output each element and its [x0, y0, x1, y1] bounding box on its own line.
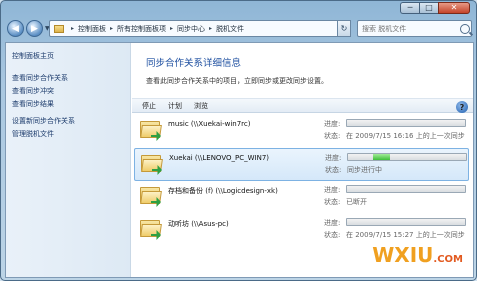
sync-folder-icon — [140, 218, 162, 240]
arrow-left-icon: ◀ — [12, 23, 19, 34]
sidebar-item-view-results[interactable]: 查看同步结果 — [12, 99, 54, 109]
progress-bar — [346, 119, 466, 127]
status-text: 同步进行中 — [347, 166, 382, 174]
status-text: 在 2009/7/15 15:27 上的上一次同步 — [346, 231, 465, 239]
schedule-button[interactable]: 计划 — [168, 101, 182, 111]
item-name: music (\\Xuekai-win7rc) — [168, 120, 251, 128]
page-title: 同步合作关系详细信息 — [146, 58, 242, 69]
content-area: 控制面板主页 查看同步合作关系 查看同步冲突 查看同步结果 设置新同步合作关系 … — [5, 42, 474, 278]
status-label: 状态: — [324, 231, 341, 239]
sync-folder-icon — [141, 153, 163, 175]
progress-label: 进度: — [324, 120, 341, 128]
progress-fill — [373, 154, 390, 160]
status-label: 状态: — [325, 166, 342, 174]
breadcrumb-item-control-panel[interactable]: 控制面板 — [78, 24, 106, 34]
address-bar[interactable]: ▸ 控制面板 ▸ 所有控制面板项 ▸ 同步中心 ▸ 脱机文件 ▼ — [49, 20, 349, 37]
list-item[interactable]: 存档和备份 (f) (\\Logicdesign-xk) 进度: 状态: 已断开 — [134, 181, 469, 214]
folder-icon — [54, 24, 64, 33]
progress-label: 进度: — [324, 186, 341, 194]
watermark-logo: WXIU.COM — [372, 243, 463, 267]
caption-buttons: ─ □ ✕ — [400, 2, 470, 14]
sidebar-item-manage-offline-files[interactable]: 管理脱机文件 — [12, 129, 54, 139]
maximize-button[interactable]: □ — [419, 2, 438, 14]
close-button[interactable]: ✕ — [438, 2, 470, 14]
status-text: 已断开 — [346, 198, 367, 206]
breadcrumb-item-all-items[interactable]: 所有控制面板项 — [117, 24, 166, 34]
sidebar-item-view-conflicts[interactable]: 查看同步冲突 — [12, 86, 54, 96]
status-label: 状态: — [324, 132, 341, 140]
list-item[interactable]: Xuekai (\\LENOVO_PC_WIN7) 进度: 状态: 同步进行中 — [134, 148, 469, 181]
item-name: 动听坊 (\\Asus-pc) — [168, 220, 229, 228]
progress-bar — [347, 153, 467, 161]
nav-buttons: ◀ ▶ ▼ — [7, 20, 50, 37]
breadcrumb: ▸ 控制面板 ▸ 所有控制面板项 ▸ 同步中心 ▸ 脱机文件 — [67, 24, 244, 34]
refresh-icon: ↻ — [340, 24, 348, 33]
progress-label: 进度: — [324, 219, 341, 227]
refresh-button[interactable]: ↻ — [337, 20, 351, 37]
help-icon[interactable]: ? — [456, 101, 468, 113]
chevron-right-icon[interactable]: ▸ — [170, 25, 173, 32]
sidebar-item-new-partnership[interactable]: 设置新同步合作关系 — [12, 116, 75, 126]
item-name: Xuekai (\\LENOVO_PC_WIN7) — [169, 154, 270, 162]
sidebar-item-view-partnerships[interactable]: 查看同步合作关系 — [12, 73, 68, 83]
browse-button[interactable]: 浏览 — [194, 101, 208, 111]
page-description: 查看此同步合作关系中的项目，立即同步或更改同步设置。 — [146, 77, 328, 85]
window-frame: ─ □ ✕ ◀ ▶ ▼ ▸ 控制面板 ▸ 所有控制面板项 ▸ 同步中心 ▸ 脱机… — [0, 0, 477, 281]
chevron-right-icon[interactable]: ▸ — [209, 25, 212, 32]
status-text: 在 2009/7/15 16:16 上的上一次同步 — [346, 132, 465, 140]
arrow-right-icon: ▶ — [31, 23, 38, 34]
sidebar-item-control-panel-home[interactable]: 控制面板主页 — [12, 51, 54, 61]
breadcrumb-item-offline-files[interactable]: 脱机文件 — [216, 24, 244, 34]
status-label: 状态: — [324, 198, 341, 206]
progress-label: 进度: — [325, 154, 342, 162]
navigation-toolbar: ◀ ▶ ▼ ▸ 控制面板 ▸ 所有控制面板项 ▸ 同步中心 ▸ 脱机文件 ▼ ↻ — [5, 18, 474, 40]
list-item[interactable]: music (\\Xuekai-win7rc) 进度: 状态: 在 2009/7… — [134, 115, 469, 148]
search-input[interactable] — [362, 24, 458, 33]
sync-folder-icon — [140, 185, 162, 207]
breadcrumb-item-sync-center[interactable]: 同步中心 — [177, 24, 205, 34]
chevron-right-icon: ▸ — [71, 25, 75, 32]
minimize-button[interactable]: ─ — [400, 2, 419, 14]
sync-folder-icon — [140, 119, 162, 141]
search-box — [357, 20, 472, 37]
command-bar: 停止 计划 浏览 ? — [132, 98, 473, 113]
progress-bar — [346, 185, 466, 193]
search-icon[interactable] — [460, 23, 470, 34]
sidebar: 控制面板主页 查看同步合作关系 查看同步冲突 查看同步结果 设置新同步合作关系 … — [6, 43, 131, 277]
item-name: 存档和备份 (f) (\\Logicdesign-xk) — [168, 187, 278, 195]
progress-bar — [346, 218, 466, 226]
back-button[interactable]: ◀ — [7, 20, 24, 37]
main-panel: 同步合作关系详细信息 查看此同步合作关系中的项目，立即同步或更改同步设置。 停止… — [132, 43, 473, 277]
stop-button[interactable]: 停止 — [142, 101, 156, 111]
chevron-right-icon[interactable]: ▸ — [110, 25, 113, 32]
forward-button[interactable]: ▶ — [26, 20, 43, 37]
